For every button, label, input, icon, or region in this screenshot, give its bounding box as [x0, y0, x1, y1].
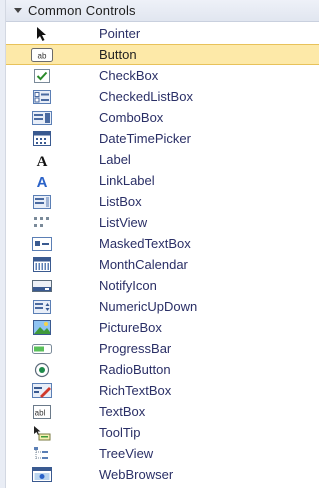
toolbox-item-radiobutton[interactable]: RadioButton: [6, 359, 319, 380]
textbox-icon: abl: [30, 404, 54, 420]
toolbox-item-label: CheckedListBox: [99, 89, 193, 104]
svg-text:ab: ab: [38, 51, 47, 60]
toolbox-item-label: ToolTip: [99, 425, 141, 440]
toolbox-item-maskedtextbox[interactable]: MaskedTextBox: [6, 233, 319, 254]
toolbox-item-label: TextBox: [99, 404, 146, 419]
toolbox-item-notifyicon[interactable]: NotifyIcon: [6, 275, 319, 296]
toolbox-item-label: ComboBox: [99, 110, 164, 125]
toolbox-item-pointer[interactable]: Pointer: [6, 23, 319, 44]
listview-icon: [30, 215, 54, 231]
toolbox-item-label: Button: [99, 47, 137, 62]
toolbox-item-label: PictureBox: [99, 320, 162, 335]
tooltip-icon: [30, 425, 54, 441]
toolbox-item-tooltip[interactable]: ToolTip: [6, 422, 319, 443]
svg-text:A: A: [37, 154, 48, 168]
toolbox-item-list: Pointer ab Button CheckBox CheckedListBo…: [6, 23, 319, 485]
toolbox-item-label: Pointer: [99, 26, 141, 41]
toolbox-item-label: RadioButton: [99, 362, 171, 377]
picturebox-icon: [30, 320, 54, 336]
toolbox-item-label: MonthCalendar: [99, 257, 188, 272]
collapse-caret-icon[interactable]: [14, 8, 22, 13]
toolbox-item-linklabel[interactable]: A LinkLabel: [6, 170, 319, 191]
webbrowser-icon: [30, 467, 54, 483]
toolbox-item-label: RichTextBox: [99, 383, 172, 398]
toolbox-item-checkedlistbox[interactable]: CheckedListBox: [6, 86, 319, 107]
category-header-common-controls[interactable]: Common Controls: [6, 0, 319, 22]
toolbox-item-checkbox[interactable]: CheckBox: [6, 65, 319, 86]
richtextbox-icon: [30, 383, 54, 399]
datetimepicker-icon: [30, 131, 54, 147]
toolbox-item-label: WebBrowser: [99, 467, 174, 482]
toolbox-item-progressbar[interactable]: ProgressBar: [6, 338, 319, 359]
toolbox-item-label: TreeView: [99, 446, 154, 461]
toolbox-item-label: DateTimePicker: [99, 131, 191, 146]
progressbar-icon: [30, 341, 54, 357]
maskedtextbox-icon: [30, 236, 54, 252]
toolbox-item-label: ProgressBar: [99, 341, 172, 356]
toolbox-item-listbox[interactable]: ListBox: [6, 191, 319, 212]
linklabel-icon: A: [30, 173, 54, 189]
toolbox-item-richtextbox[interactable]: RichTextBox: [6, 380, 319, 401]
toolbox-item-treeview[interactable]: TreeView: [6, 443, 319, 464]
numericupdown-icon: [30, 299, 54, 315]
toolbox-panel: Common Controls Pointer ab Button CheckB…: [6, 0, 319, 488]
toolbox-item-label: CheckBox: [99, 68, 159, 83]
toolbox-item-label: NotifyIcon: [99, 278, 157, 293]
toolbox-item-listview[interactable]: ListView: [6, 212, 319, 233]
toolbox-item-label: LinkLabel: [99, 173, 155, 188]
svg-text:A: A: [37, 174, 48, 189]
category-title: Common Controls: [28, 3, 136, 18]
checkbox-icon: [30, 68, 54, 84]
button-icon: ab: [30, 47, 54, 63]
combobox-icon: [30, 110, 54, 126]
radiobutton-icon: [30, 362, 54, 378]
toolbox-item-label: ListView: [99, 215, 148, 230]
label-icon: A: [30, 152, 54, 168]
toolbox-item-button[interactable]: ab Button: [6, 44, 319, 65]
listbox-icon: [30, 194, 54, 210]
toolbox-item-numericupdown[interactable]: NumericUpDown: [6, 296, 319, 317]
svg-text:abl: abl: [35, 408, 46, 417]
toolbox-item-label: ListBox: [99, 194, 142, 209]
toolbox-item-label: MaskedTextBox: [99, 236, 191, 251]
checkedlistbox-icon: [30, 89, 54, 105]
monthcalendar-icon: [30, 257, 54, 273]
treeview-icon: [30, 446, 54, 462]
toolbox-item-webbrowser[interactable]: WebBrowser: [6, 464, 319, 485]
pointer-icon: [30, 26, 54, 42]
notifyicon-icon: [30, 278, 54, 294]
toolbox-item-label-control[interactable]: A Label: [6, 149, 319, 170]
toolbox-item-label: NumericUpDown: [99, 299, 198, 314]
toolbox-item-picturebox[interactable]: PictureBox: [6, 317, 319, 338]
toolbox-item-label: Label: [99, 152, 131, 167]
toolbox-item-combobox[interactable]: ComboBox: [6, 107, 319, 128]
toolbox-item-textbox[interactable]: abl TextBox: [6, 401, 319, 422]
toolbox-item-monthcalendar[interactable]: MonthCalendar: [6, 254, 319, 275]
toolbox-item-datetimepicker[interactable]: DateTimePicker: [6, 128, 319, 149]
